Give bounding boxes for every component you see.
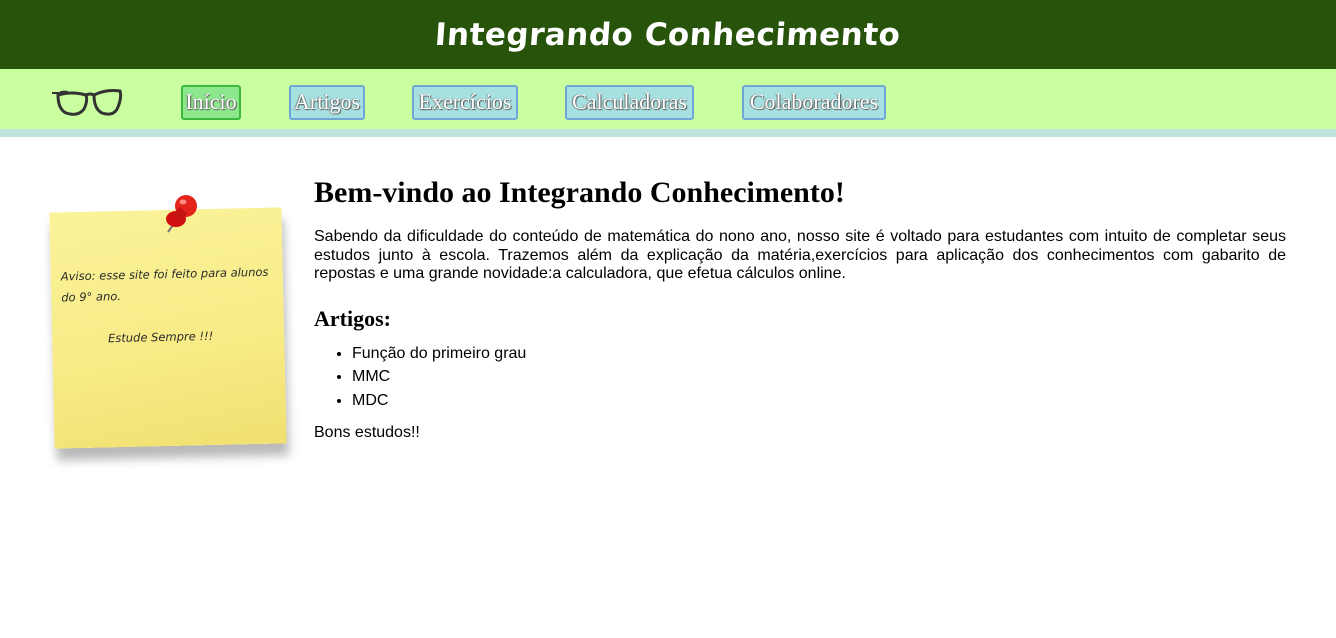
nav-inicio-button[interactable]: Início [181, 85, 241, 120]
sticky-note: Aviso: esse site foi feito para alunos d… [48, 192, 298, 477]
list-item: MDC [352, 389, 1286, 413]
list-item: Função do primeiro grau [352, 342, 1286, 366]
sticky-note-text: Aviso: esse site foi feito para alunos d… [60, 264, 269, 305]
nav-colaboradores-button[interactable]: Colaboradores [742, 85, 886, 120]
closing-text: Bons estudos!! [314, 424, 420, 441]
nav-artigos-button[interactable]: Artigos [289, 85, 365, 120]
articles-heading: Artigos: [314, 305, 391, 331]
nav-exercicios-button[interactable]: Exercícios [412, 85, 518, 120]
main-content: Bem-vindo ao Integrando Conhecimento! Sa… [314, 176, 1286, 442]
main-nav: Início Artigos Exercícios Calculadoras C… [0, 69, 1336, 137]
sticky-note-subtext: Estude Sempre !!! [107, 328, 214, 346]
intro-paragraph: Sabendo da dificuldade do conteúdo de ma… [314, 228, 1286, 282]
glasses-icon[interactable] [50, 85, 124, 121]
site-title: Integrando Conhecimento [434, 16, 902, 53]
pushpin-icon [166, 195, 197, 233]
articles-list: Função do primeiro grau MMC MDC [314, 342, 1286, 413]
sticky-note-paper [49, 207, 287, 449]
nav-calculadoras-button[interactable]: Calculadoras [565, 85, 694, 120]
site-header: Integrando Conhecimento [0, 0, 1336, 69]
page-heading: Bem-vindo ao Integrando Conhecimento! [314, 176, 845, 209]
list-item: MMC [352, 365, 1286, 389]
